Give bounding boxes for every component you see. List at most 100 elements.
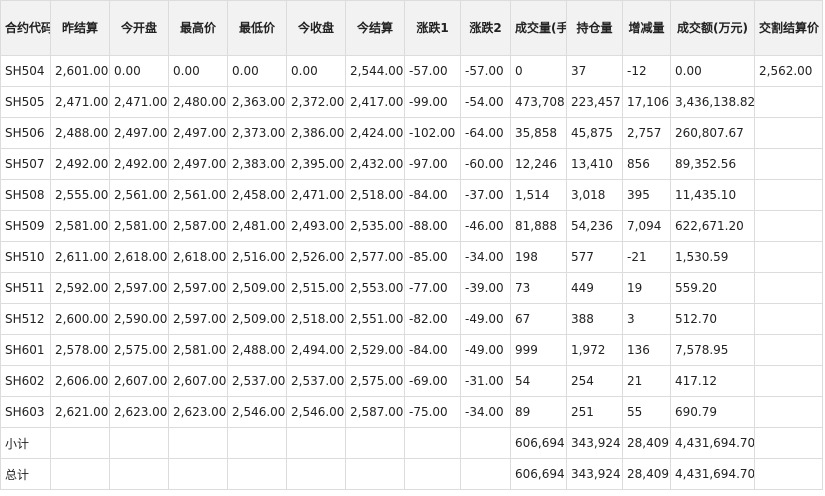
cell-contract: SH510 [0,241,51,273]
cell-low: 2,363.00 [227,86,287,118]
cell-open: 2,597.00 [109,272,169,304]
cell-volume: 67 [510,303,567,335]
cell-oi-change: 55 [622,396,671,428]
cell-change2: -34.00 [460,396,511,428]
cell-change2: -34.00 [460,241,511,273]
cell-contract: SH602 [0,365,51,397]
table-row: SH602 2,606.00 2,607.00 2,607.00 2,537.00 2,5… [0,365,823,397]
cell-change2: -49.00 [460,334,511,366]
table-row: SH510 2,611.00 2,618.00 2,618.00 2,516.00 2,5… [0,241,823,273]
cell-oi-change: -21 [622,241,671,273]
table-row: SH512 2,600.00 2,590.00 2,597.00 2,509.00 2,5… [0,303,823,335]
col-header-high: 最高价 [168,0,228,56]
cell-oi-change: 136 [622,334,671,366]
cell-change2 [460,427,511,459]
cell-close: 2,526.00 [286,241,346,273]
cell-open: 2,618.00 [109,241,169,273]
cell-delivery-settle [754,86,823,118]
cell-change1: -57.00 [404,55,461,87]
cell-settle: 2,587.00 [345,396,405,428]
cell-oi-change: 856 [622,148,671,180]
cell-prev-settle: 2,601.00 [50,55,110,87]
cell-low: 0.00 [227,55,287,87]
cell-oi-change: 395 [622,179,671,211]
cell-settle: 2,575.00 [345,365,405,397]
cell-open: 2,497.00 [109,117,169,149]
cell-high: 2,618.00 [168,241,228,273]
cell-oi-change: 7,094 [622,210,671,242]
cell-prev-settle: 2,606.00 [50,365,110,397]
cell-oi-change: 28,409 [622,427,671,459]
cell-change2: -37.00 [460,179,511,211]
table-row: 小计 606,694 343,924 28,409 4,431,694.70 [0,427,823,459]
cell-turnover: 0.00 [670,55,755,87]
cell-volume: 606,694 [510,458,567,490]
cell-volume: 35,858 [510,117,567,149]
cell-open-interest: 1,972 [566,334,623,366]
cell-delivery-settle [754,427,823,459]
cell-turnover: 4,431,694.70 [670,458,755,490]
cell-open: 2,607.00 [109,365,169,397]
cell-close: 2,471.00 [286,179,346,211]
cell-delivery-settle [754,365,823,397]
cell-close: 2,537.00 [286,365,346,397]
table-row: SH508 2,555.00 2,561.00 2,561.00 2,458.00 2,4… [0,179,823,211]
cell-prev-settle: 2,600.00 [50,303,110,335]
cell-open-interest: 37 [566,55,623,87]
cell-low: 2,546.00 [227,396,287,428]
cell-open: 2,623.00 [109,396,169,428]
cell-open-interest: 223,457 [566,86,623,118]
cell-settle: 2,551.00 [345,303,405,335]
cell-volume: 606,694 [510,427,567,459]
table-row: SH504 2,601.00 0.00 0.00 0.00 0.00 2,544.00 -57… [0,55,823,87]
cell-volume: 12,246 [510,148,567,180]
cell-turnover: 512.70 [670,303,755,335]
table-header-row: 合约代码 昨结算 今开盘 最高价 最低价 今收盘 今结算 涨跌1 涨跌2 成交量… [0,0,823,56]
cell-contract: SH504 [0,55,51,87]
cell-delivery-settle [754,210,823,242]
cell-prev-settle: 2,492.00 [50,148,110,180]
cell-oi-change: 17,106 [622,86,671,118]
cell-change1 [404,427,461,459]
cell-change1: -75.00 [404,396,461,428]
table-body: SH504 2,601.00 0.00 0.00 0.00 0.00 2,544.00 -57… [0,55,823,490]
table-row: SH505 2,471.00 2,471.00 2,480.00 2,363.00 2,3… [0,86,823,118]
cell-change1 [404,458,461,490]
cell-high [168,427,228,459]
cell-close: 2,386.00 [286,117,346,149]
cell-change1: -77.00 [404,272,461,304]
cell-prev-settle [50,427,110,459]
cell-open-interest: 45,875 [566,117,623,149]
cell-oi-change: 19 [622,272,671,304]
cell-settle [345,458,405,490]
cell-open: 2,590.00 [109,303,169,335]
cell-change2: -64.00 [460,117,511,149]
cell-delivery-settle: 2,562.00 [754,55,823,87]
cell-low [227,427,287,459]
cell-high: 2,623.00 [168,396,228,428]
col-header-oi-change: 增减量 [622,0,671,56]
table-row: SH603 2,621.00 2,623.00 2,623.00 2,546.00 2,5… [0,396,823,428]
cell-close: 2,493.00 [286,210,346,242]
cell-contract: SH505 [0,86,51,118]
cell-high: 2,497.00 [168,117,228,149]
cell-change1: -84.00 [404,334,461,366]
cell-change1: -99.00 [404,86,461,118]
cell-settle: 2,424.00 [345,117,405,149]
cell-contract: SH512 [0,303,51,335]
cell-delivery-settle [754,179,823,211]
cell-turnover: 11,435.10 [670,179,755,211]
cell-change2: -60.00 [460,148,511,180]
futures-quote-table: 合约代码 昨结算 今开盘 最高价 最低价 今收盘 今结算 涨跌1 涨跌2 成交量… [0,0,823,490]
cell-prev-settle: 2,621.00 [50,396,110,428]
cell-contract: SH511 [0,272,51,304]
cell-settle: 2,553.00 [345,272,405,304]
cell-settle: 2,577.00 [345,241,405,273]
col-header-delivery-settle: 交割结算价 [754,0,823,56]
col-header-prev-settle: 昨结算 [50,0,110,56]
cell-close: 2,518.00 [286,303,346,335]
cell-close: 0.00 [286,55,346,87]
cell-delivery-settle [754,396,823,428]
col-header-close: 今收盘 [286,0,346,56]
cell-change2: -31.00 [460,365,511,397]
